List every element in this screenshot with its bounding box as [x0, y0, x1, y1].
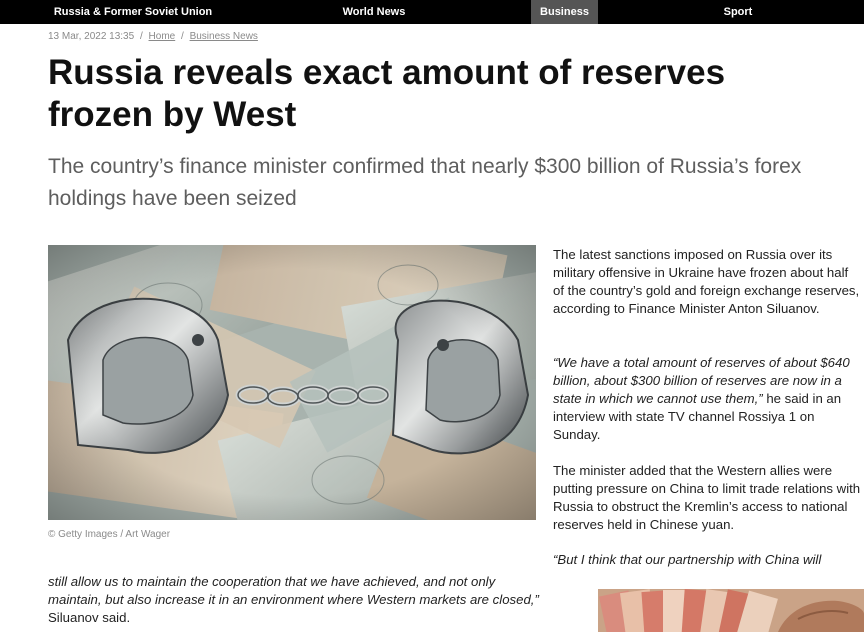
handcuffs-on-banknotes-illustration	[48, 245, 536, 520]
image-caption: © Getty Images / Art Wager	[48, 529, 171, 540]
article-paragraph-continued: still allow us to maintain the cooperati…	[48, 573, 548, 627]
breadcrumb-home-link[interactable]: Home	[149, 31, 176, 42]
quote-text: still allow us to maintain the cooperati…	[48, 574, 539, 607]
breadcrumb-separator: /	[181, 31, 184, 42]
paragraph-text: The minister added that the Western alli…	[553, 463, 861, 532]
related-article-thumbnail[interactable]	[598, 589, 864, 632]
banknotes-hand-illustration	[598, 589, 864, 632]
publish-date: 13 Mar, 2022 13:35	[48, 31, 135, 42]
nav-item-russia-former-soviet-union[interactable]: Russia & Former Soviet Union	[42, 0, 224, 24]
nav-item-sport[interactable]: Sport	[700, 0, 776, 24]
breadcrumb-section-link[interactable]: Business News	[190, 31, 258, 42]
article-paragraph: “But I think that our partnership with C…	[553, 551, 861, 569]
nav-item-world-news[interactable]: World News	[316, 0, 432, 24]
article-subtitle: The country’s finance minister confirmed…	[48, 155, 802, 210]
paragraph-text: Siluanov said.	[48, 610, 131, 625]
article-paragraph: The latest sanctions imposed on Russia o…	[553, 246, 861, 318]
nav-item-business[interactable]: Business	[531, 0, 598, 24]
article-hero-image	[48, 245, 536, 520]
paragraph-text: The latest sanctions imposed on Russia o…	[553, 247, 860, 316]
quote-text: “But I think that our partnership with C…	[553, 552, 822, 567]
article-meta: 13 Mar, 2022 13:35 / Home / Business New…	[48, 31, 258, 42]
article-paragraph: The minister added that the Western alli…	[553, 462, 861, 534]
top-navigation: Russia & Former Soviet Union World News …	[0, 0, 864, 24]
breadcrumb-separator: /	[139, 31, 143, 42]
article-title: Russia reveals exact amount of reserves …	[48, 53, 726, 134]
article-paragraph: “We have a total amount of reserves of a…	[553, 354, 861, 444]
